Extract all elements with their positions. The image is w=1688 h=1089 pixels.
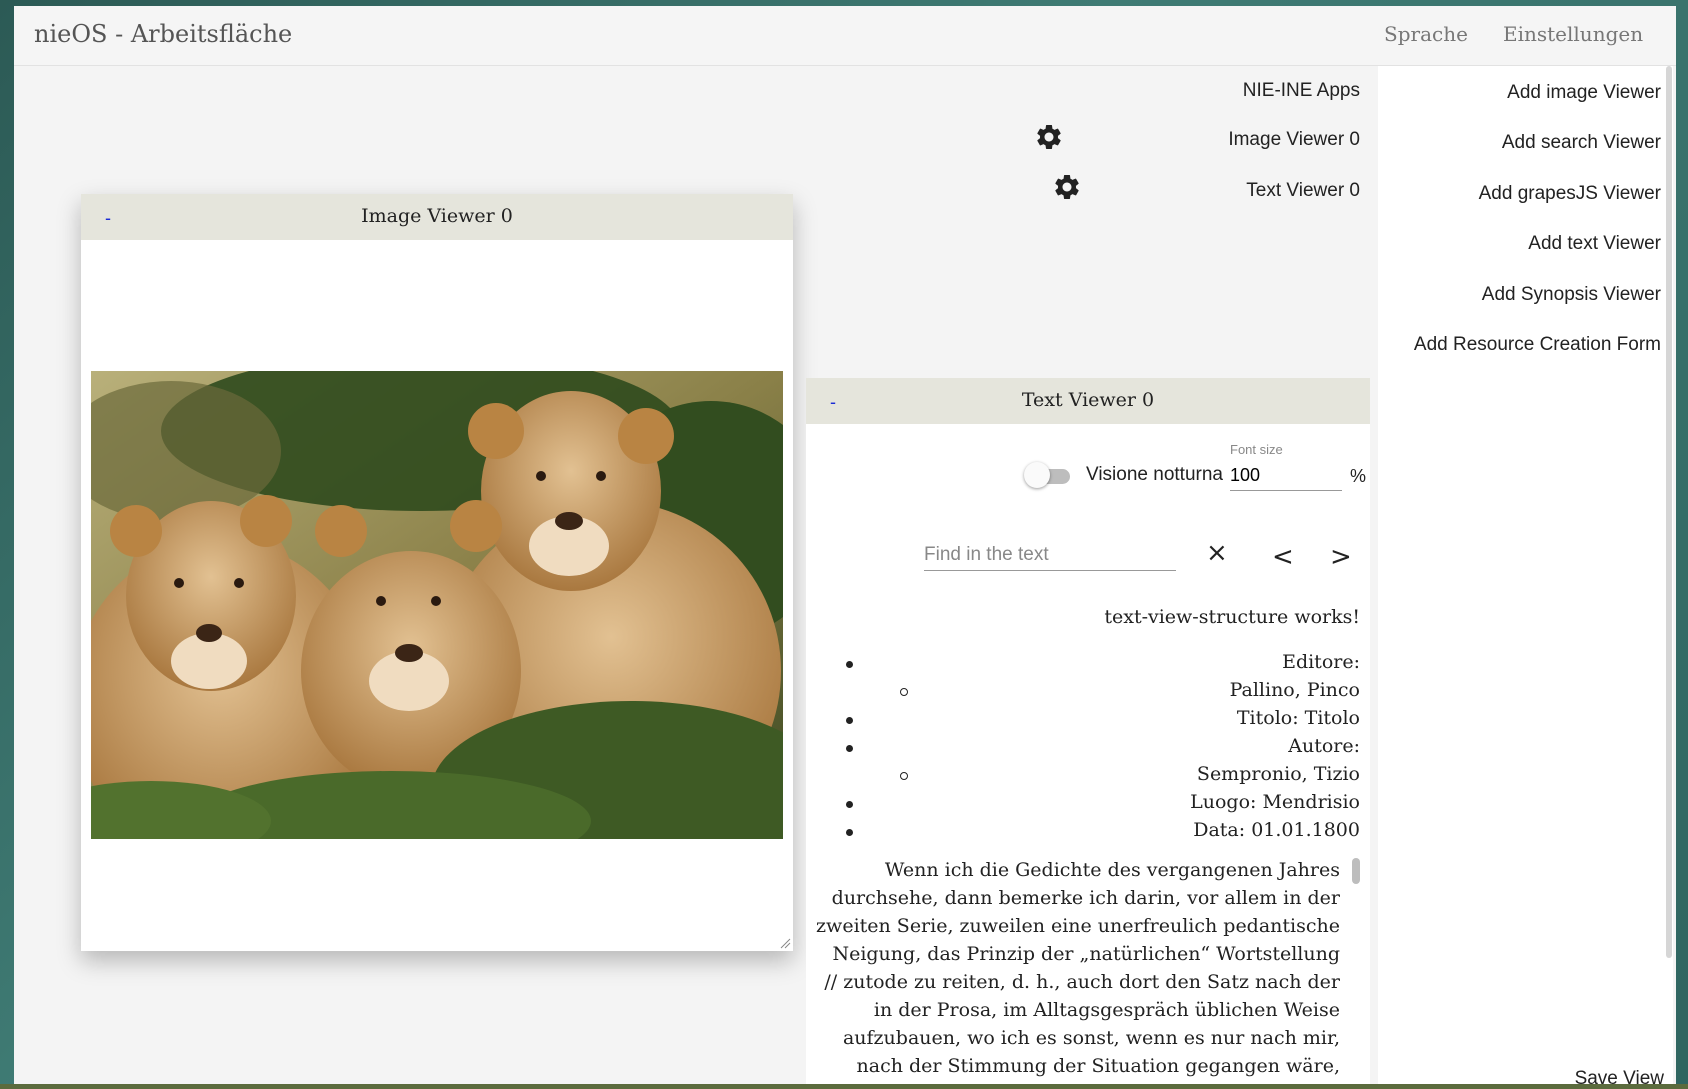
text-viewer-titlebar[interactable]: - Text Viewer 0 xyxy=(806,378,1370,424)
image-viewer-titlebar[interactable]: - Image Viewer 0 xyxy=(81,194,793,240)
add-grapesjs-viewer[interactable]: Add grapesJS Viewer xyxy=(1479,183,1661,205)
text-viewer-window: - Text Viewer 0 Visione notturna Font si… xyxy=(806,378,1370,1084)
add-text-viewer[interactable]: Add text Viewer xyxy=(1528,233,1661,255)
metadata-text: Editore: xyxy=(1282,651,1360,673)
top-bar: nieOS - Arbeitsfläche Sprache Einstellun… xyxy=(14,6,1676,66)
image-viewer-window: - Image Viewer 0 xyxy=(81,194,793,951)
metadata-text: Luogo: Mendrisio xyxy=(1190,791,1360,813)
apps-list: NIE-INE Apps Image Viewer 0 Text Viewer … xyxy=(1037,66,1360,236)
save-view-button[interactable]: Save View xyxy=(1575,1068,1664,1084)
list-item: Data: 01.01.1800 xyxy=(806,819,1360,845)
add-synopsis-viewer[interactable]: Add Synopsis Viewer xyxy=(1482,284,1661,306)
nav-language[interactable]: Sprache xyxy=(1384,22,1468,46)
app-title: nieOS - Arbeitsfläche xyxy=(34,20,293,48)
text-scrollbar[interactable] xyxy=(1352,858,1360,884)
list-item: Luogo: Mendrisio xyxy=(806,791,1360,817)
metadata-text: Autore: xyxy=(1288,735,1360,757)
page-scrollbar[interactable] xyxy=(1666,66,1672,958)
metadata-text: Sempronio, Tizio xyxy=(1196,763,1360,785)
font-size-caption: Font size xyxy=(1230,442,1283,457)
app-item-image-viewer[interactable]: Image Viewer 0 xyxy=(1228,129,1360,151)
add-resource-creation-form[interactable]: Add Resource Creation Form xyxy=(1414,334,1661,356)
text-content-area[interactable]: Wenn ich die Gedichte des vergangenen Ja… xyxy=(816,856,1340,1084)
window-title: Image Viewer 0 xyxy=(361,205,513,227)
add-menu: Add image Viewer Add search Viewer Add g… xyxy=(1378,66,1673,1084)
add-search-viewer[interactable]: Add search Viewer xyxy=(1502,132,1661,154)
resize-handle[interactable] xyxy=(779,937,791,949)
lion-photo xyxy=(91,371,783,839)
chevron-right-icon[interactable]: > xyxy=(1330,542,1352,572)
night-mode-toggle[interactable] xyxy=(1024,462,1074,488)
gear-icon[interactable] xyxy=(1052,172,1082,202)
font-size-unit: % xyxy=(1350,466,1367,486)
bullet xyxy=(846,829,853,836)
list-item: Autore: xyxy=(806,735,1360,761)
list-item: Sempronio, Tizio xyxy=(806,763,1360,789)
metadata-text: Data: 01.01.1800 xyxy=(1193,819,1360,841)
metadata-text: Titolo: Titolo xyxy=(1236,707,1360,729)
metadata-text: Pallino, Pinco xyxy=(1229,679,1360,701)
bullet xyxy=(846,801,853,808)
bullet xyxy=(900,688,908,696)
toggle-thumb xyxy=(1024,462,1050,488)
close-icon[interactable]: × xyxy=(1206,538,1228,568)
nav-settings[interactable]: Einstellungen xyxy=(1503,22,1643,46)
window-title: Text Viewer 0 xyxy=(1021,389,1155,411)
add-image-viewer[interactable]: Add image Viewer xyxy=(1507,82,1661,104)
text-paragraph: Wenn ich die Gedichte des vergangenen Ja… xyxy=(816,859,1340,1084)
night-mode-label: Visione notturna xyxy=(1086,464,1223,485)
workspace: nieOS - Arbeitsfläche Sprache Einstellun… xyxy=(14,6,1676,1084)
apps-list-title: NIE-INE Apps xyxy=(1242,80,1360,101)
text-view-status: text-view-structure works! xyxy=(1104,606,1360,628)
list-item: Titolo: Titolo xyxy=(806,707,1360,733)
list-item: Pallino, Pinco xyxy=(806,679,1360,705)
gear-icon[interactable] xyxy=(1034,122,1064,152)
bullet xyxy=(846,745,853,752)
desktop-background xyxy=(0,1084,1688,1089)
bullet xyxy=(846,717,853,724)
list-item: Editore: xyxy=(806,651,1360,677)
font-size-input[interactable] xyxy=(1230,460,1342,491)
bullet xyxy=(900,772,908,780)
app-item-text-viewer[interactable]: Text Viewer 0 xyxy=(1246,180,1360,202)
chevron-left-icon[interactable]: < xyxy=(1272,542,1294,572)
bullet xyxy=(846,661,853,668)
find-in-text-input[interactable] xyxy=(924,540,1176,571)
